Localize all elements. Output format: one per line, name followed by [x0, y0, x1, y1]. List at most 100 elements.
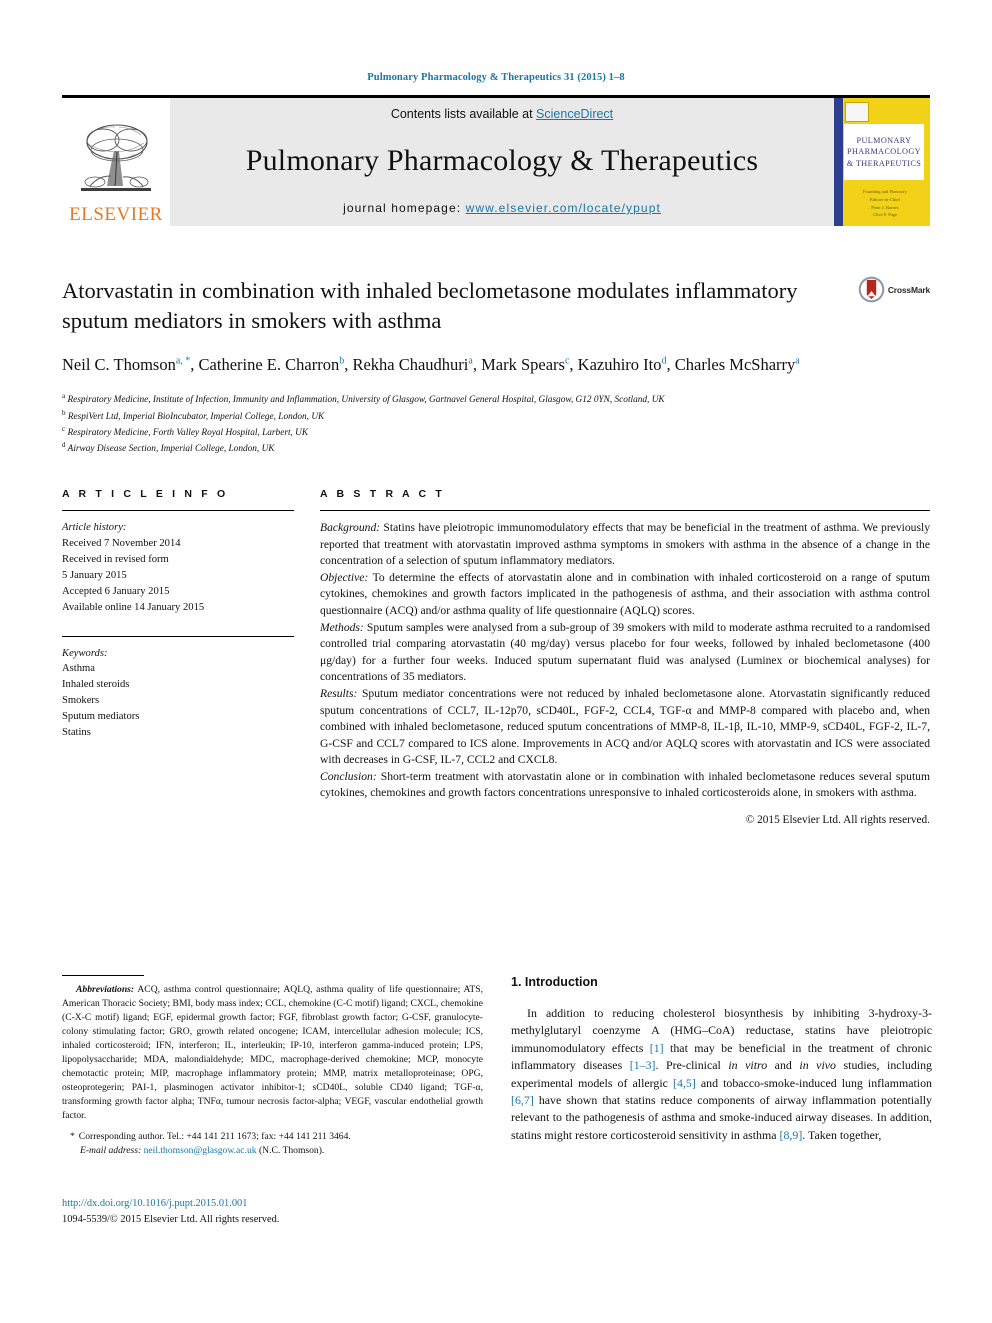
author-marks[interactable]: d — [662, 356, 667, 367]
abstract-section: Objective: To determine the effects of a… — [320, 570, 930, 620]
article-history-item: Received in revised form — [62, 553, 169, 565]
abbreviations-label: Abbreviations: — [76, 984, 135, 995]
abstract-section-text: To determine the effects of atorvastatin… — [320, 570, 930, 618]
corresponding-author-note: * Corresponding author. Tel.: +44 141 211… — [62, 1130, 483, 1159]
author-list: Neil C. Thomsona, *, Catherine E. Charro… — [62, 353, 852, 377]
author-marks[interactable]: a — [468, 356, 472, 367]
author-name: Rekha Chaudhuri — [352, 355, 469, 375]
affiliation-list: a Respiratory Medicine, Institute of Inf… — [62, 391, 862, 456]
cover-spine — [834, 98, 843, 226]
affiliation-mark: c — [62, 424, 66, 433]
divider — [62, 635, 294, 637]
elsevier-logo: ELSEVIER — [62, 98, 170, 226]
abstract-section-label: Background: — [320, 521, 381, 535]
abstract-section-text: Statins have pleiotropic immunomodulator… — [320, 521, 930, 568]
journal-title: Pulmonary Pharmacology & Therapeutics — [245, 144, 759, 178]
journal-homepage-link[interactable]: www.elsevier.com/locate/ypupt — [466, 201, 661, 215]
cover-editors-line-3: Peter J. Barnes — [871, 204, 899, 210]
abbreviations-text: ACQ, asthma control questionnaire; AQLQ,… — [62, 984, 483, 1121]
article-history-item: Accepted 6 January 2015 — [62, 585, 170, 597]
author-marks[interactable]: a, * — [176, 356, 190, 367]
footnote-column: Abbreviations: ACQ, asthma control quest… — [62, 975, 483, 1159]
author-marks[interactable]: b — [339, 356, 344, 367]
running-head: Pulmonary Pharmacology & Therapeutics 31… — [367, 72, 625, 83]
affiliation-text: Respiratory Medicine, Institute of Infec… — [67, 395, 665, 406]
issn-copyright: 1094-5539/© 2015 Elsevier Ltd. All right… — [62, 1213, 280, 1225]
abstract-section-label: Methods: — [320, 620, 364, 634]
sciencedirect-link[interactable]: ScienceDirect — [536, 107, 613, 121]
article-info-column: A R T I C L E I N F O Article history: R… — [62, 488, 294, 828]
keyword-item: Smokers — [62, 695, 100, 707]
journal-homepage-line: journal homepage: www.elsevier.com/locat… — [343, 201, 661, 215]
citation-reference[interactable]: [1] — [650, 1041, 664, 1055]
body-text: and — [767, 1058, 800, 1073]
elsevier-tree-icon — [81, 124, 151, 191]
corresponding-author-line: * Corresponding author. Tel.: +44 141 211… — [62, 1130, 483, 1144]
citation-reference[interactable]: [6,7] — [511, 1093, 534, 1107]
keyword-item: Asthma — [62, 663, 95, 675]
contents-prefix: Contents lists available at — [390, 107, 537, 121]
body-text: . Taken together, — [802, 1127, 882, 1142]
divider — [62, 510, 294, 512]
cover-publisher-mark — [845, 102, 869, 122]
title-block: Atorvastatin in combination with inhaled… — [62, 276, 930, 456]
keywords-label: Keywords: — [62, 647, 108, 659]
emphasis-text: in vitro — [728, 1058, 768, 1073]
citation-reference[interactable]: [8,9] — [780, 1128, 803, 1142]
author-marks[interactable]: a — [795, 356, 799, 367]
author-item: Charles McSharrya — [675, 355, 800, 374]
body-text: . Pre-clinical — [655, 1058, 729, 1073]
email-line: E-mail address: neil.thomson@glasgow.ac.… — [62, 1144, 483, 1158]
affiliation-mark: a — [62, 392, 66, 401]
cover-editors-line-4: Clive P. Page — [872, 212, 898, 218]
cover-editors: Founding and Honorary Editors-in-Chief P… — [854, 188, 916, 219]
divider — [320, 510, 930, 512]
journal-band: Contents lists available at ScienceDirec… — [170, 98, 834, 226]
crossmark-badge[interactable]: CrossMark — [858, 276, 930, 303]
author-marks[interactable]: c — [565, 356, 569, 367]
citation-reference[interactable]: [4,5] — [673, 1076, 696, 1090]
body-text: and tobacco-smoke-induced lung inflammat… — [695, 1075, 932, 1090]
affiliation-text: RespiVert Ltd, Imperial BioIncubator, Im… — [67, 411, 325, 422]
keywords-block: Keywords: Asthma Inhaled steroids Smoker… — [62, 646, 294, 741]
cover-title-box: PULMONARY PHARMACOLOGY & THERAPEUTICS — [844, 124, 924, 180]
journal-masthead: ELSEVIER Contents lists available at Sci… — [62, 95, 930, 226]
article-info-heading: A R T I C L E I N F O — [62, 488, 229, 501]
info-and-abstract: A R T I C L E I N F O Article history: R… — [62, 488, 930, 828]
article-history-label: Article history: — [62, 522, 127, 534]
crossmark-label: CrossMark — [887, 284, 930, 295]
emphasis-text: in vivo — [799, 1058, 836, 1073]
affiliation-text: Airway Disease Section, Imperial College… — [67, 444, 275, 455]
author-name: Kazuhiro Ito — [577, 355, 662, 375]
doi-link[interactable]: http://dx.doi.org/10.1016/j.pupt.2015.01… — [62, 1196, 279, 1212]
article-history-item: Available online 14 January 2015 — [62, 601, 205, 613]
asterisk-icon: * — [70, 1131, 75, 1142]
abstract-section-text: Short-term treatment with atorvastatin a… — [320, 769, 930, 800]
elsevier-wordmark: ELSEVIER — [69, 204, 163, 225]
author-name: Catherine E. Charron — [198, 355, 340, 375]
abstract-section-label: Objective: — [320, 570, 369, 584]
email-label: E-mail address: — [80, 1145, 142, 1157]
affiliation-item: d Airway Disease Section, Imperial Colle… — [62, 440, 862, 456]
cover-title-line-3: & THERAPEUTICS — [846, 158, 922, 168]
abstract-section-text: Sputum samples were analysed from a sub-… — [320, 620, 930, 684]
abstract-section-text: Sputum mediator concentrations were not … — [320, 686, 930, 767]
author-item: Catherine E. Charronb, — [198, 355, 353, 375]
footnote-rule — [62, 975, 144, 976]
homepage-label: journal homepage: — [343, 201, 466, 215]
journal-cover-thumbnail[interactable]: PULMONARY PHARMACOLOGY & THERAPEUTICS Fo… — [834, 98, 930, 226]
article-page: Pulmonary Pharmacology & Therapeutics 31… — [0, 0, 992, 1323]
email-suffix: (N.C. Thomson). — [256, 1145, 325, 1157]
introduction-paragraph: In addition to reducing cholesterol bios… — [511, 1005, 932, 1144]
citation-reference[interactable]: [1–3] — [630, 1058, 656, 1072]
article-history: Article history: Received 7 November 201… — [62, 520, 294, 615]
author-item: Mark Spearsc, — [481, 355, 578, 375]
contents-available-line: Contents lists available at ScienceDirec… — [391, 107, 613, 121]
affiliation-item: a Respiratory Medicine, Institute of Inf… — [62, 391, 862, 407]
author-item: Neil C. Thomsona, *, — [62, 355, 199, 375]
email-link[interactable]: neil.thomson@glasgow.ac.uk — [144, 1145, 257, 1156]
abstract-section-label: Results: — [320, 686, 358, 700]
abstract-heading: A B S T R A C T — [320, 488, 445, 501]
cover-editors-line-1: Founding and Honorary — [862, 189, 908, 194]
author-name: Mark Spears — [481, 355, 565, 375]
